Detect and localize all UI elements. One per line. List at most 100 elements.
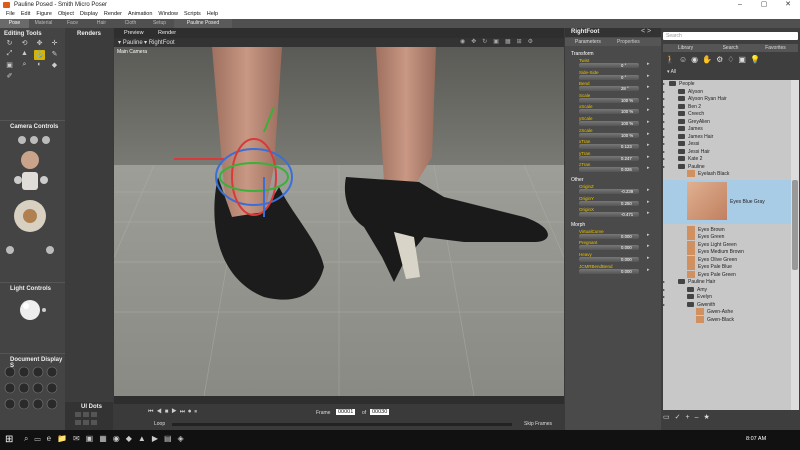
- weight-paint-icon[interactable]: ✐: [4, 72, 15, 82]
- search-input[interactable]: Search: [663, 32, 798, 40]
- param-menu-arrow-icon[interactable]: ▸: [647, 61, 650, 67]
- grouping-tool-icon[interactable]: ▣: [4, 61, 15, 71]
- viewport-controls[interactable]: ◉✥↻▣▦⊞⚙: [460, 38, 539, 45]
- menu-item-scripts[interactable]: Scripts: [181, 10, 204, 19]
- param-value[interactable]: 0.000: [621, 234, 632, 239]
- library-item[interactable]: Eyes Light Green: [663, 240, 791, 249]
- room-tab-face[interactable]: Face: [58, 19, 87, 28]
- param-value[interactable]: 100 %: [621, 133, 633, 138]
- menu-item-help[interactable]: Help: [204, 10, 221, 19]
- param-menu-arrow-icon[interactable]: ▸: [647, 267, 650, 273]
- param-menu-arrow-icon[interactable]: ▸: [647, 255, 650, 261]
- param-group-morph[interactable]: Morph: [565, 221, 661, 229]
- menu-item-edit[interactable]: Edit: [18, 10, 33, 19]
- library-item[interactable]: ▸ Gwenith: [663, 301, 791, 309]
- morphing-tool-icon[interactable]: ◐: [34, 61, 45, 71]
- windows-start-icon[interactable]: ⊞: [5, 435, 15, 445]
- room-tab-cloth[interactable]: Cloth: [116, 19, 145, 28]
- param-dial[interactable]: [579, 63, 639, 68]
- param-value[interactable]: 0 °: [621, 63, 626, 68]
- library-item[interactable]: ▸ Amy: [663, 286, 791, 294]
- loop-toggle[interactable]: Loop: [154, 421, 165, 427]
- library-item[interactable]: ▸ Alyson Ryan Hair: [663, 95, 791, 103]
- library-item[interactable]: ▸ Kate 2: [663, 155, 791, 163]
- param-dial[interactable]: [579, 74, 639, 80]
- library-item[interactable]: Eyes Blue Gray: [663, 179, 791, 224]
- menu-item-object[interactable]: Object: [55, 10, 77, 19]
- menu-item-animation[interactable]: Animation: [125, 10, 155, 19]
- library-item[interactable]: Eyes Pale Blue: [663, 263, 791, 271]
- library-item[interactable]: ▸ James Hair: [663, 133, 791, 141]
- param-menu-arrow-icon[interactable]: ▸: [647, 142, 650, 148]
- param-value[interactable]: -0.471: [621, 212, 633, 217]
- param-value[interactable]: -0.239: [621, 189, 633, 194]
- param-value[interactable]: 0.000: [621, 257, 632, 262]
- library-item[interactable]: Eyes Pale Green: [663, 270, 791, 279]
- library-item[interactable]: Gwen-Black: [663, 315, 791, 324]
- param-menu-arrow-icon[interactable]: ▸: [647, 131, 650, 137]
- param-value[interactable]: 0.250: [621, 201, 632, 206]
- param-value[interactable]: 0 °: [621, 75, 626, 80]
- menu-item-display[interactable]: Display: [77, 10, 101, 19]
- library-filter[interactable]: ▾ All: [667, 69, 676, 75]
- menu-item-render[interactable]: Render: [101, 10, 125, 19]
- room-tab-pose[interactable]: Pose: [0, 19, 29, 28]
- param-menu-arrow-icon[interactable]: ▸: [647, 154, 650, 160]
- library-item[interactable]: Eyes Brown: [663, 225, 791, 234]
- taper-tool-icon[interactable]: ▲: [19, 50, 30, 60]
- camera-controls-widget[interactable]: [4, 132, 62, 262]
- library-actions[interactable]: ▭✓+–★: [663, 413, 743, 423]
- tab-favorites[interactable]: Favorites: [753, 44, 798, 52]
- param-menu-arrow-icon[interactable]: ▸: [647, 199, 650, 205]
- menu-item-file[interactable]: File: [3, 10, 18, 19]
- menu-item-figure[interactable]: Figure: [33, 10, 55, 19]
- param-group-transform[interactable]: Transform: [565, 50, 661, 58]
- display-styles-grid[interactable]: [4, 366, 62, 426]
- library-item[interactable]: ▸ Jessi: [663, 140, 791, 148]
- library-item[interactable]: ▸ Alyson: [663, 88, 791, 96]
- tab-library[interactable]: Library: [663, 44, 708, 52]
- library-item[interactable]: Eyes Green: [663, 233, 791, 241]
- figure-select[interactable]: ▾ Pauline: [118, 39, 143, 46]
- library-item[interactable]: ▸ Evelyn: [663, 293, 791, 301]
- param-dial[interactable]: [579, 86, 639, 92]
- library-item[interactable]: Eyes Medium Brown: [663, 248, 791, 256]
- taskbar-apps[interactable]: ⌕▭e📁✉▣▦◉◆▲▶▤◈: [24, 434, 234, 446]
- param-menu-arrow-icon[interactable]: ▸: [647, 96, 650, 102]
- light-sphere-icon[interactable]: [18, 298, 48, 322]
- close-button[interactable]: ✕: [776, 0, 800, 10]
- library-item[interactable]: ▸ Jessi Hair: [663, 148, 791, 156]
- chain-break-tool-icon[interactable]: ⚓: [34, 50, 45, 60]
- 3d-viewport[interactable]: Main Camera: [114, 47, 564, 396]
- library-category-icons[interactable]: 🚶☺◉✋⚙♢▣💡: [665, 55, 795, 67]
- translate-in-out-icon[interactable]: ✛: [49, 39, 60, 49]
- param-menu-arrow-icon[interactable]: ▸: [647, 165, 650, 171]
- timeline-scrubber[interactable]: [172, 423, 512, 426]
- tab-search[interactable]: Search: [708, 44, 753, 52]
- ui-dots-grid[interactable]: [75, 412, 105, 428]
- param-value[interactable]: 100 %: [621, 98, 633, 103]
- room-tab-setup[interactable]: Setup: [145, 19, 174, 28]
- rotate-tool-icon[interactable]: ↻: [4, 39, 15, 49]
- param-menu-arrow-icon[interactable]: ▸: [647, 84, 650, 90]
- frame-total-field[interactable]: 00030: [370, 409, 390, 415]
- maximize-button[interactable]: ▢: [752, 0, 776, 10]
- playback-buttons[interactable]: ⏮◀■▶⏭⏺⏸: [148, 409, 228, 417]
- room-tab-hair[interactable]: Hair: [87, 19, 116, 28]
- library-item[interactable]: ▸ People: [663, 80, 791, 88]
- param-group-other[interactable]: Other: [565, 176, 661, 184]
- param-value[interactable]: 0.000: [621, 269, 632, 274]
- param-value[interactable]: 0.026: [621, 167, 632, 172]
- param-value[interactable]: 0.247: [621, 156, 632, 161]
- actor-select[interactable]: ▾ RightFoot: [144, 39, 175, 46]
- param-value[interactable]: 100 %: [621, 121, 633, 126]
- skip-frames-toggle[interactable]: Skip Frames: [524, 421, 552, 427]
- view-magnifier-icon[interactable]: ⌕: [19, 61, 30, 71]
- param-menu-arrow-icon[interactable]: ▸: [647, 187, 650, 193]
- tab-properties[interactable]: Properties: [617, 39, 640, 45]
- param-menu-arrow-icon[interactable]: ▸: [647, 210, 650, 216]
- library-item[interactable]: ▸ Pauline: [663, 163, 791, 171]
- param-value[interactable]: 28 °: [621, 86, 629, 91]
- room-tab-material[interactable]: Material: [29, 19, 58, 28]
- minimize-button[interactable]: –: [728, 0, 752, 10]
